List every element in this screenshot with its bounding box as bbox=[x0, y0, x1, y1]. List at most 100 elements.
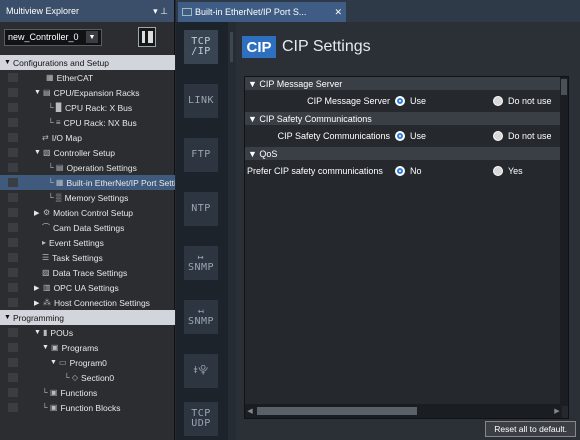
tree-item-icon: └ ≡ bbox=[48, 118, 61, 127]
horizontal-scrollbar[interactable]: ◀ ▶ bbox=[245, 404, 562, 418]
radio-icon[interactable] bbox=[395, 96, 405, 106]
chevron-down-icon[interactable]: ▼ bbox=[34, 329, 43, 336]
radio-label: Yes bbox=[508, 166, 523, 176]
tree-item[interactable]: ▼ ▧ Controller Setup bbox=[0, 145, 175, 160]
tree-marker bbox=[8, 148, 18, 157]
chevron-down-icon[interactable]: ▼ bbox=[34, 149, 43, 156]
radio-icon[interactable] bbox=[493, 96, 503, 106]
scroll-left-icon[interactable]: ◀ bbox=[245, 407, 255, 415]
radio-label: No bbox=[410, 166, 422, 176]
radio-icon[interactable] bbox=[395, 166, 405, 176]
link-tab[interactable]: LINK bbox=[184, 84, 218, 118]
tree-item-label: I/O Map bbox=[51, 132, 82, 143]
scroll-thumb[interactable] bbox=[257, 407, 417, 415]
tree-marker bbox=[8, 223, 18, 232]
radio-icon[interactable] bbox=[493, 131, 503, 141]
tree-marker bbox=[8, 133, 18, 142]
tree-item[interactable]: └ ▣ Function Blocks bbox=[0, 400, 175, 415]
tree-item[interactable]: ▸ Event Settings bbox=[0, 235, 175, 250]
radio-option[interactable]: Do not use bbox=[493, 96, 552, 106]
pin-icon[interactable]: ▾ ⊥ bbox=[153, 6, 168, 17]
tree-gutter bbox=[0, 265, 30, 280]
setting-label: Prefer CIP safety communications bbox=[247, 166, 383, 176]
chevron-right-icon[interactable]: ▶ bbox=[34, 284, 43, 292]
ftp-tab[interactable]: FTP bbox=[184, 138, 218, 172]
radio-icon[interactable] bbox=[493, 166, 503, 176]
scroll-thumb[interactable] bbox=[561, 79, 567, 95]
reset-all-button[interactable]: Reset all to default. bbox=[485, 421, 576, 437]
tree-item-label: Task Settings bbox=[52, 252, 103, 263]
tree-section[interactable]: ▼ Programming bbox=[0, 310, 175, 325]
tree-item-icon: └ ▉ bbox=[48, 103, 63, 112]
radio-option[interactable]: Yes bbox=[493, 166, 523, 176]
tree-item[interactable]: └ ▉ CPU Rack: X Bus bbox=[0, 100, 175, 115]
radio-label: Do not use bbox=[508, 131, 552, 141]
chevron-down-icon[interactable]: ▼ bbox=[4, 59, 13, 66]
radio-icon[interactable] bbox=[395, 131, 405, 141]
tree-item-label: Programs bbox=[61, 342, 99, 353]
radio-option[interactable]: No bbox=[395, 166, 422, 176]
tree-item-label: CPU Rack: X Bus bbox=[65, 102, 133, 113]
tree-item[interactable]: ▼ ▮ POUs bbox=[0, 325, 175, 340]
tree-item[interactable]: ▦ EtherCAT bbox=[0, 70, 175, 85]
radio-option[interactable]: Do not use bbox=[493, 131, 552, 141]
tree-item[interactable]: ▼ ▣ Programs bbox=[0, 340, 175, 355]
tree-item[interactable]: └ ▒ Memory Settings bbox=[0, 190, 175, 205]
tree-item[interactable]: ▶ ⁂ Host Connection Settings bbox=[0, 295, 175, 310]
radio-option[interactable]: Use bbox=[395, 96, 426, 106]
tree-item-icon: ▦ bbox=[46, 73, 54, 82]
ntp-tab[interactable]: NTP bbox=[184, 192, 218, 226]
group-header[interactable]: ▼ QoS bbox=[245, 147, 568, 160]
tcp-udp-tab[interactable]: TCP UDP bbox=[184, 402, 218, 436]
snmp-trap-tab[interactable]: ↤ SNMP bbox=[184, 300, 218, 334]
chevron-down-icon[interactable]: ▼ bbox=[86, 31, 98, 43]
tree-gutter bbox=[0, 340, 30, 355]
tree-item[interactable]: └ ▦Built-in EtherNet/IP Port Settings bbox=[0, 175, 175, 190]
tree-item[interactable]: └ ≡ CPU Rack: NX Bus bbox=[0, 115, 175, 130]
tree-gutter bbox=[0, 235, 30, 250]
chevron-down-icon[interactable]: ▼ bbox=[42, 344, 51, 351]
radio-option[interactable]: Use bbox=[395, 131, 426, 141]
tcpip-tab[interactable]: TCP /IP bbox=[184, 30, 218, 64]
chevron-down-icon[interactable]: ▼ bbox=[34, 89, 43, 96]
tree-item-icon: ▤ bbox=[43, 88, 51, 97]
tree-item[interactable]: ▼ ▭ Program0 bbox=[0, 355, 175, 370]
controller-select-value: new_Controller_0 bbox=[8, 32, 79, 42]
tree-marker bbox=[8, 253, 18, 262]
tree-item[interactable]: └ ▤ Operation Settings bbox=[0, 160, 175, 175]
tree-item-icon: ☰ bbox=[42, 253, 50, 262]
close-icon[interactable]: ✕ bbox=[334, 7, 342, 18]
tree-item-label: CPU/Expansion Racks bbox=[53, 87, 140, 98]
page-title: CIP Settings bbox=[282, 38, 371, 55]
tree-item[interactable]: ▨ Data Trace Settings bbox=[0, 265, 175, 280]
tree-item[interactable]: ▶ ⚙ Motion Control Setup bbox=[0, 205, 175, 220]
group-header[interactable]: ▼ CIP Safety Communications bbox=[245, 112, 568, 125]
chevron-down-icon[interactable]: ▼ bbox=[50, 359, 59, 366]
tree-item[interactable]: ▶ ▥ OPC UA Settings bbox=[0, 280, 175, 295]
pane-splitter[interactable] bbox=[228, 22, 236, 440]
controller-select[interactable]: new_Controller_0 ▼ bbox=[4, 28, 102, 46]
vertical-scrollbar[interactable] bbox=[560, 77, 568, 406]
tree-item[interactable]: ▼ ▤ CPU/Expansion Racks bbox=[0, 85, 175, 100]
tree-item-icon: ▸ bbox=[42, 238, 47, 247]
tree-item[interactable]: ⌒ Cam Data Settings bbox=[0, 220, 175, 235]
tree-item[interactable]: ⇄ I/O Map bbox=[0, 130, 175, 145]
chevron-right-icon[interactable]: ▶ bbox=[34, 299, 43, 307]
tree-item-label: Operation Settings bbox=[66, 162, 137, 173]
tree-item[interactable]: └ ◇ Section0 bbox=[0, 370, 175, 385]
chevron-down-icon[interactable]: ▼ bbox=[4, 314, 13, 321]
controller-status-icon[interactable] bbox=[138, 27, 156, 47]
tree-section[interactable]: ▼ Configurations and Setup bbox=[0, 55, 175, 70]
tree-gutter bbox=[0, 325, 30, 340]
snmp-tab[interactable]: ↦ SNMP bbox=[184, 246, 218, 280]
chevron-right-icon[interactable]: ▶ bbox=[34, 209, 43, 217]
tree-gutter bbox=[0, 295, 30, 310]
scroll-right-icon[interactable]: ▶ bbox=[552, 407, 562, 415]
tree-marker bbox=[8, 403, 18, 412]
group-header[interactable]: ▼ CIP Message Server bbox=[245, 77, 568, 90]
tree-item[interactable]: └ ▣ Functions bbox=[0, 385, 175, 400]
tab-ethernet-ip-port-settings[interactable]: Built-in EtherNet/IP Port S... ✕ bbox=[178, 2, 346, 22]
packet-filter-tab[interactable]: ⯒⯓ bbox=[184, 354, 218, 388]
tree-item[interactable]: ☰ Task Settings bbox=[0, 250, 175, 265]
tab-label: Built-in EtherNet/IP Port S... bbox=[195, 7, 307, 17]
